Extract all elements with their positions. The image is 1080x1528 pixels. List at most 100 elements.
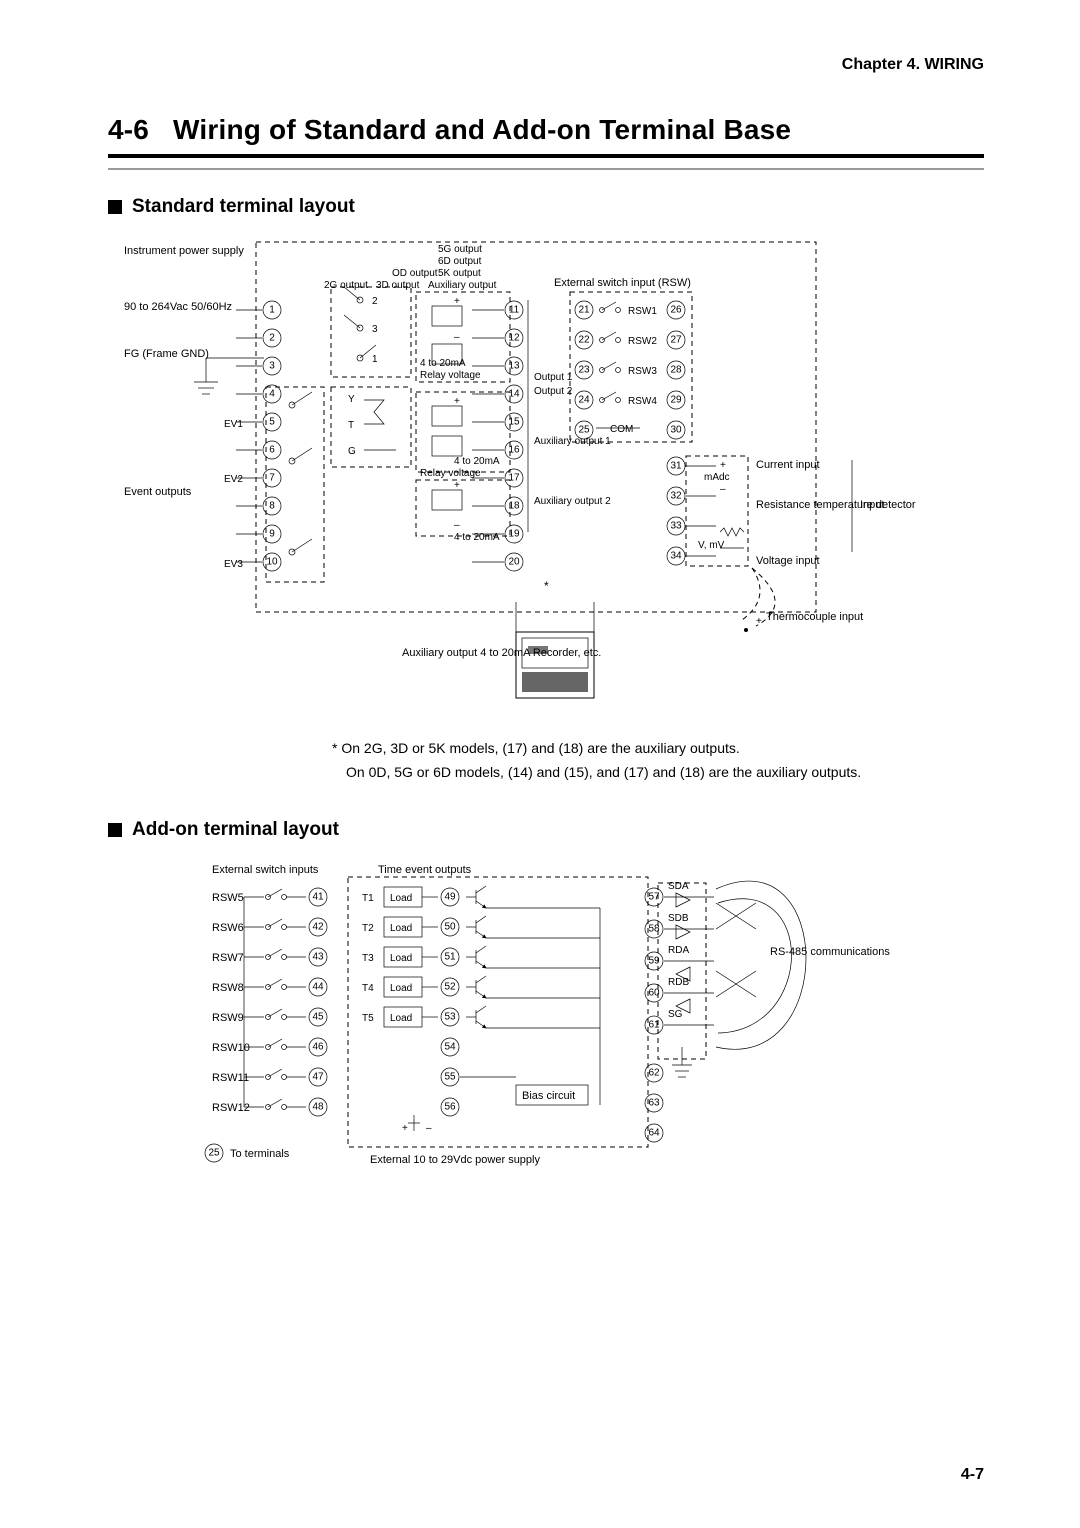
svg-text:T5: T5	[362, 1013, 374, 1024]
svg-text:58: 58	[648, 923, 660, 934]
svg-text:61: 61	[648, 1019, 660, 1030]
svg-text:9: 9	[269, 529, 275, 540]
svg-text:–: –	[454, 520, 460, 531]
svg-text:64: 64	[648, 1127, 660, 1138]
svg-text:20: 20	[508, 557, 520, 568]
svg-text:Auxiliary output 4 to 20mA Rec: Auxiliary output 4 to 20mA Recorder, etc…	[402, 647, 601, 659]
svg-text:External switch input (RSW): External switch input (RSW)	[554, 277, 691, 289]
svg-text:27: 27	[670, 335, 682, 346]
note-1: * On 2G, 3D or 5K models, (17) and (18) …	[332, 738, 984, 758]
svg-text:49: 49	[444, 891, 456, 902]
svg-text:RSW5: RSW5	[212, 892, 244, 904]
subhead-standard-text: Standard terminal layout	[132, 196, 355, 218]
svg-text:RSW9: RSW9	[212, 1012, 244, 1024]
svg-text:Load: Load	[390, 893, 412, 904]
svg-text:2: 2	[372, 296, 378, 307]
chapter-header: Chapter 4. WIRING	[108, 56, 984, 74]
svg-text:+: +	[402, 1123, 408, 1134]
input-block: + mAdc – Current input Resistance temper…	[686, 456, 916, 567]
addon-diagram: External switch inputs RSW541RSW642RSW74…	[116, 855, 946, 1185]
out-brace-labels: Output 1 Output 2 Auxiliary output 1 Aux…	[528, 300, 611, 593]
svg-text:50: 50	[444, 921, 456, 932]
svg-text:42: 42	[312, 921, 324, 932]
note-2: On 0D, 5G or 6D models, (14) and (15), a…	[346, 762, 984, 782]
svg-text:32: 32	[670, 491, 682, 502]
svg-text:Y: Y	[348, 394, 355, 405]
recorder-icon: Auxiliary output 4 to 20mA Recorder, etc…	[402, 602, 601, 698]
svg-text:EV1: EV1	[224, 419, 243, 430]
svg-text:Input: Input	[860, 499, 884, 511]
svg-text:18: 18	[508, 501, 520, 512]
diagram-footnote: * On 2G, 3D or 5K models, (17) and (18) …	[332, 738, 984, 783]
svg-text:30: 30	[670, 425, 682, 436]
terminals-left: 12345678910	[236, 301, 281, 571]
subhead-addon: Add-on terminal layout	[108, 819, 984, 841]
svg-text:55: 55	[444, 1071, 456, 1082]
svg-text:4 to 20mA: 4 to 20mA	[454, 456, 500, 467]
svg-text:+: +	[454, 296, 460, 307]
svg-text:57: 57	[648, 891, 660, 902]
top-output-labels: 5G output 6D output OD output 5K output …	[324, 244, 497, 291]
svg-text:*: *	[544, 579, 549, 593]
standard-diagram: Instrument power supply 90 to 264Vac 50/…	[116, 232, 946, 732]
svg-text:31: 31	[670, 461, 682, 472]
svg-text:62: 62	[648, 1067, 660, 1078]
teo-rows: T1Load49T2Load50T3Load51T4Load52T5Load53…	[362, 886, 600, 1116]
svg-text:60: 60	[648, 987, 660, 998]
svg-text:EV2: EV2	[224, 474, 243, 485]
svg-text:23: 23	[578, 365, 590, 376]
label-bias: Bias circuit	[522, 1090, 575, 1102]
svg-text:12: 12	[508, 333, 520, 344]
svg-text:Voltage input: Voltage input	[756, 555, 820, 567]
svg-text:Output 2: Output 2	[534, 386, 573, 397]
svg-text:Load: Load	[390, 1013, 412, 1024]
svg-text:24: 24	[578, 395, 590, 406]
svg-text:54: 54	[444, 1041, 456, 1052]
label-ext-sw: External switch inputs	[212, 864, 319, 876]
svg-text:mAdc: mAdc	[704, 472, 730, 483]
svg-text:T: T	[348, 420, 354, 431]
rs485-block: RS-485 communications	[658, 881, 890, 1077]
rule-light	[108, 168, 984, 170]
svg-text:17: 17	[508, 473, 520, 484]
svg-text:+: +	[720, 460, 726, 471]
label-teo: Time event outputs	[378, 864, 472, 876]
blank-rows: 626364	[645, 1064, 663, 1142]
svg-text:15: 15	[508, 417, 520, 428]
svg-text:5: 5	[269, 417, 275, 428]
svg-text:+: +	[454, 480, 460, 491]
svg-text:G: G	[348, 446, 356, 457]
svg-text:3D output: 3D output	[376, 280, 420, 291]
svg-text:47: 47	[312, 1071, 324, 1082]
svg-text:Load: Load	[390, 923, 412, 934]
svg-text:34: 34	[670, 551, 682, 562]
svg-text:4: 4	[269, 389, 275, 400]
svg-text:T3: T3	[362, 953, 374, 964]
rsw-block: External switch input (RSW)	[554, 277, 692, 442]
svg-text:+: +	[756, 616, 762, 627]
page-number: 4-7	[961, 1466, 984, 1484]
svg-text:–: –	[454, 332, 460, 343]
rsw-rows: RSW541RSW642RSW743RSW844RSW945RSW1046RSW…	[212, 888, 327, 1116]
svg-text:44: 44	[312, 981, 324, 992]
label-vac: 90 to 264Vac 50/60Hz	[124, 301, 232, 313]
svg-text:13: 13	[508, 361, 520, 372]
svg-text:COM: COM	[610, 424, 633, 435]
rsw-switches	[600, 302, 621, 403]
svg-text:25: 25	[578, 425, 590, 436]
svg-text:3: 3	[372, 324, 378, 335]
svg-text:59: 59	[648, 955, 660, 966]
svg-text:Auxiliary output 2: Auxiliary output 2	[534, 496, 611, 507]
svg-text:33: 33	[670, 521, 682, 532]
label-ext-ps: External 10 to 29Vdc power supply	[370, 1154, 540, 1166]
svg-text:Relay voltage: Relay voltage	[420, 370, 481, 381]
svg-text:4 to 20mA: 4 to 20mA	[420, 358, 466, 369]
svg-text:RSW6: RSW6	[212, 922, 244, 934]
svg-text:T4: T4	[362, 983, 374, 994]
svg-text:Load: Load	[390, 953, 412, 964]
svg-text:28: 28	[670, 365, 682, 376]
svg-text:45: 45	[312, 1011, 324, 1022]
label-event-out: Event outputs	[124, 486, 192, 498]
svg-text:Load: Load	[390, 983, 412, 994]
svg-text:1: 1	[269, 305, 275, 316]
